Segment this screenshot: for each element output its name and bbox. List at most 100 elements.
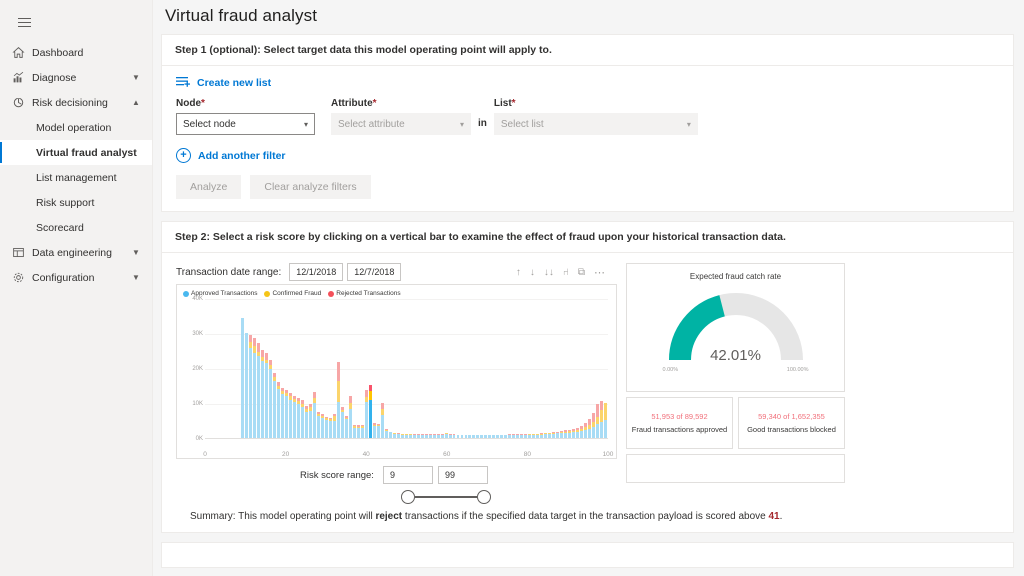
gauge-title: Expected fraud catch rate	[689, 272, 782, 281]
sort-ascending-icon[interactable]: ↑	[516, 267, 521, 278]
create-list-icon	[176, 77, 190, 87]
clear-analyze-filters-button[interactable]: Clear analyze filters	[250, 175, 371, 199]
transaction-date-range-label: Transaction date range:	[176, 266, 282, 278]
x-axis-tick: 60	[443, 451, 451, 458]
node-required-marker: *	[201, 98, 205, 109]
sidebar-item-scorecard[interactable]: Scorecard	[0, 215, 152, 240]
stat-number: 59,340 of 1,652,355	[758, 412, 825, 421]
summary-text: Summary: This model operating point will…	[176, 504, 999, 532]
y-axis-tick: 10K	[192, 401, 203, 407]
gauge-value: 42.01%	[710, 347, 761, 364]
more-options-icon[interactable]: ⋯	[594, 266, 605, 279]
x-axis-tick: 0	[203, 451, 207, 458]
stat-number: 51,953 of 89,592	[651, 412, 708, 421]
metrics-panel: Expected fraud catch rate 42.01% 0.00% 1…	[626, 263, 845, 483]
legend-entry[interactable]: Rejected Transactions	[328, 290, 401, 297]
table-icon	[8, 246, 28, 259]
x-axis-tick: 80	[523, 451, 532, 458]
main-content: Virtual fraud analyst Step 1 (optional):…	[153, 0, 1024, 576]
chart-plot-area[interactable]	[205, 299, 608, 439]
sidebar-item-configuration[interactable]: Configuration ▼	[0, 265, 152, 290]
sort-descending-icon[interactable]: ↓	[530, 267, 535, 278]
legend-color-dot	[264, 290, 271, 297]
visualization-row: Transaction date range: 12/1/2018 12/7/2…	[176, 263, 999, 504]
date-to-input[interactable]: 12/7/2018	[347, 263, 402, 281]
legend-entry[interactable]: Confirmed Fraud	[264, 290, 321, 297]
sort-double-icon[interactable]: ↓↓	[544, 267, 554, 278]
hamburger-icon[interactable]	[4, 4, 44, 40]
attribute-select-value: Select attribute	[338, 118, 405, 130]
step2-card: Step 2: Select a risk score by clicking …	[161, 221, 1014, 533]
transaction-date-range-row: Transaction date range: 12/1/2018 12/7/2…	[176, 263, 617, 281]
chart-bar[interactable]	[603, 299, 607, 438]
node-label: Node*	[176, 98, 205, 109]
chevron-down-icon[interactable]: ▼	[132, 273, 144, 282]
risk-score-slider[interactable]	[274, 490, 617, 504]
sidebar-item-model-operation[interactable]: Model operation	[0, 115, 152, 140]
y-axis-tick: 0K	[195, 436, 203, 442]
attribute-required-marker: *	[372, 98, 377, 109]
risk-score-min-input[interactable]: 9	[382, 466, 433, 484]
attribute-select[interactable]: Select attribute ▾	[331, 113, 471, 135]
risk-score-chart[interactable]: Approved Transactions Confirmed Fraud Reje…	[176, 284, 617, 459]
create-new-list-button[interactable]: Create new list	[176, 76, 271, 89]
sidebar-item-risk-support[interactable]: Risk support	[0, 190, 152, 215]
risk-score-max-input[interactable]: 99	[437, 466, 488, 484]
sidebar-item-risk-decisioning[interactable]: Risk decisioning ▲	[0, 90, 152, 115]
summary-action: reject	[375, 511, 403, 522]
create-new-list-label: Create new list	[197, 76, 272, 89]
fraud-catch-rate-card: Expected fraud catch rate 42.01% 0.00% 1…	[626, 263, 845, 392]
summary-score: 41	[768, 511, 780, 522]
next-section-card	[161, 542, 1014, 568]
chart-x-axis: 0 20 40 60 80 100	[203, 449, 613, 463]
chevron-up-icon[interactable]: ▲	[132, 98, 144, 107]
gauge-chart: 42.01%	[663, 284, 809, 368]
page-title: Virtual fraud analyst	[165, 6, 318, 25]
add-another-filter-button[interactable]: + Add another filter	[176, 148, 286, 163]
node-select[interactable]: Select node ▾	[176, 113, 315, 135]
plus-icon: +	[176, 148, 191, 163]
chevron-down-icon: ▾	[686, 119, 691, 129]
sidebar-item-label: Diagnose	[32, 71, 77, 84]
bar-segment	[603, 419, 607, 438]
drill-hierarchy-icon[interactable]: ⑁	[563, 267, 569, 278]
sidebar-item-label: Data engineering	[32, 246, 112, 259]
sidebar-item-data-engineering[interactable]: Data engineering ▼	[0, 240, 152, 265]
step1-body: Create new list Node* Select node ▾ Attr…	[162, 66, 1013, 211]
node-field: Node* Select node ▾	[176, 98, 315, 135]
sidebar-item-label: Model operation	[36, 121, 112, 134]
sidebar-item-dashboard[interactable]: Dashboard	[0, 40, 152, 65]
focus-mode-icon[interactable]: ⧉	[578, 267, 585, 278]
analyze-button[interactable]: Analyze	[176, 175, 242, 199]
sidebar-item-diagnose[interactable]: Diagnose ▼	[0, 65, 152, 90]
list-select[interactable]: Select list ▾	[493, 113, 698, 135]
step1-button-row: Analyze Clear analyze filters	[176, 175, 999, 199]
stat-label: Fraud transactions approved	[631, 425, 728, 434]
y-axis-tick: 30K	[192, 331, 203, 337]
plot-wrapper: 0K 10K 20K 30K 40K	[183, 296, 608, 449]
chevron-down-icon[interactable]: ▼	[132, 73, 144, 82]
sidebar-item-label: Risk support	[36, 196, 95, 209]
slider-handle-min[interactable]	[400, 490, 415, 504]
sidebar-item-label: Dashboard	[32, 46, 84, 59]
summary-prefix: Summary: This model operating point will	[190, 511, 376, 522]
x-axis-tick: 20	[281, 451, 290, 458]
step1-heading: Step 1 (optional): Select target data th…	[162, 35, 1013, 66]
date-from-input[interactable]: 12/1/2018	[289, 263, 344, 281]
legend-color-dot	[183, 290, 189, 297]
sidebar-item-list-management[interactable]: List management	[0, 165, 152, 190]
sidebar-item-virtual-fraud-analyst[interactable]: Virtual fraud analyst	[0, 140, 152, 165]
node-select-value: Select node	[183, 118, 236, 130]
slider-track[interactable]	[414, 496, 477, 498]
x-axis-tick: 100	[602, 451, 614, 458]
summary-suffix: .	[779, 511, 783, 522]
stat-card: 51,953 of 89,592 Fraud transactions appr…	[626, 397, 733, 449]
slider-handle-max[interactable]	[476, 490, 491, 504]
list-label: List*	[493, 98, 516, 109]
sidebar-item-label: List management	[36, 171, 117, 184]
summary-mid: transactions if the specified data targe…	[402, 511, 769, 522]
y-axis-tick: 40K	[192, 296, 203, 302]
list-select-value: Select list	[500, 118, 544, 130]
chevron-down-icon[interactable]: ▼	[132, 248, 144, 257]
gear-icon	[8, 271, 28, 284]
